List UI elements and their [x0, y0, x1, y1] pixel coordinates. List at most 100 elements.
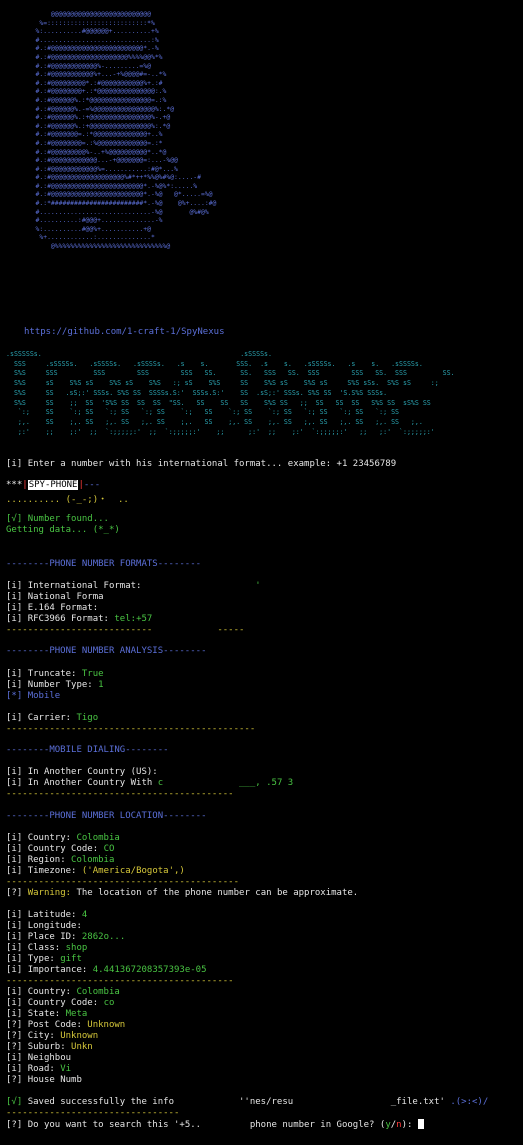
format-value: ' — [146, 581, 261, 591]
address-row: [?] House Numb — [6, 1075, 87, 1085]
address-value: Unknown — [60, 1031, 99, 1041]
geo-value: gift — [60, 954, 82, 964]
number-type-label: Number Type: — [27, 680, 93, 690]
geo-row: [i] Type: gift — [6, 954, 82, 964]
truncate-value: True — [81, 669, 104, 679]
warning-text: The location of the phone number can be … — [76, 888, 359, 898]
spy-phone-ascii-logo: .sSSSSSs. .sSSSSs. SSS .sSSSSs. .sSSSSs.… — [6, 350, 455, 436]
geo-row: [i] Class: shop — [6, 943, 87, 953]
region-label: Region: — [27, 855, 66, 865]
mobile-row: [*] Mobile — [6, 691, 60, 701]
carrier-value: Tigo — [76, 713, 99, 723]
format-row: [i] RFC3966 Format: tel:+57 — [6, 614, 152, 624]
address-row: [?] Post Code: Unknown — [6, 1020, 125, 1030]
format-label: National Forma — [27, 592, 104, 602]
timezone-value: ('America/Bogota',) — [81, 866, 185, 876]
geo-label: Longitude: — [27, 921, 82, 931]
format-tag: [i] — [6, 614, 23, 624]
address-label: Post Code: — [27, 1020, 82, 1030]
mobile-value: Mobile — [27, 691, 61, 701]
format-row: [i] E.164 Format: — [6, 603, 104, 613]
address-row: [i] Country: Colombia — [6, 987, 120, 997]
address-label: State: — [27, 1009, 61, 1019]
format-label: RFC3966 Format: — [27, 614, 109, 624]
address-tag: [i] — [6, 1053, 23, 1063]
repo-url: https://github.com/1-craft-1/SpyNexus — [24, 327, 225, 337]
format-row: [i] International Format: ' — [6, 581, 261, 591]
geo-value: shop — [65, 943, 88, 953]
address-value: Vi — [60, 1064, 72, 1074]
warning-label: Warning: — [27, 888, 72, 898]
saved-text: Saved successfully the info ''nes/resu _… — [27, 1097, 445, 1107]
address-row: [i] Road: Vi — [6, 1064, 71, 1074]
address-label: Country: — [27, 987, 72, 997]
address-tag: [?] — [6, 1042, 23, 1052]
address-tag: [i] — [6, 987, 23, 997]
geo-row: [i] Place ID: 2862o... — [6, 932, 125, 942]
geo-tag: [i] — [6, 954, 23, 964]
format-label: International Format: — [27, 581, 142, 591]
geo-tag: [i] — [6, 932, 23, 942]
input-line[interactable]: ***|SPY-PHONE|--- — [6, 480, 100, 490]
address-value: Colombia — [76, 987, 120, 997]
country-label: Country: — [27, 833, 72, 843]
saved-tag: [√] — [6, 1097, 23, 1107]
spy-phone-badge: SPY-PHONE — [27, 480, 79, 490]
address-label: Neighbou — [27, 1053, 72, 1063]
address-label: Suburb: — [27, 1042, 66, 1052]
geo-row: [i] Importance: 4.441367208357393e-05 — [6, 965, 207, 975]
format-label: E.164 Format: — [27, 603, 99, 613]
address-row: [i] State: Meta — [6, 1009, 87, 1019]
number-type-row: [i] Number Type: 1 — [6, 680, 104, 690]
address-value: Unknown — [87, 1020, 126, 1030]
region-row: [i] Region: Colombia — [6, 855, 115, 865]
address-row: [i] Country Code: co — [6, 998, 114, 1008]
terminal-cursor[interactable] — [417, 1119, 424, 1129]
country-value: Colombia — [76, 833, 120, 843]
analysis-separator: ----------------------------------------… — [6, 724, 256, 734]
geo-tag: [i] — [6, 921, 23, 931]
warning-row: [?] Warning: The location of the phone n… — [6, 888, 358, 898]
location-header: --------PHONE NUMBER LOCATION-------- — [6, 811, 207, 821]
formats-separator: --------------------------- ----- — [6, 625, 245, 635]
geo-separator: ----------------------------------------… — [6, 976, 234, 986]
prompt-text: Enter a number with his international fo… — [27, 459, 397, 469]
dial-us-row: [i] In Another Country (US): — [6, 767, 158, 777]
getting-data-line: Getting data... (*_*) — [6, 525, 120, 535]
country-code-label: Country Code: — [27, 844, 99, 854]
question-end: ): — [401, 1120, 413, 1130]
analysis-header: --------PHONE NUMBER ANALYSIS-------- — [6, 646, 207, 656]
dial-us-label: In Another Country (US): — [27, 767, 158, 777]
enter-number-prompt: [i] Enter a number with his internationa… — [6, 459, 396, 469]
dialing-separator: ----------------------------------------… — [6, 789, 234, 799]
address-tag: [i] — [6, 1064, 23, 1074]
question-tag: [?] — [6, 1120, 23, 1130]
country-code-value: CO — [103, 844, 115, 854]
geo-value: 2862o... — [81, 932, 126, 942]
geo-label: Place ID: — [27, 932, 77, 942]
address-label: City: — [27, 1031, 55, 1041]
location-separator: ----------------------------------------… — [6, 877, 239, 887]
address-tag: [?] — [6, 1020, 23, 1030]
geo-value: 4 — [81, 910, 88, 920]
google-search-question[interactable]: [?] Do you want to search this '+5.. pho… — [6, 1119, 424, 1130]
truncate-label: Truncate: — [27, 669, 77, 679]
prompt-tag: [i] — [6, 459, 23, 469]
country-code-row: [i] Country Code: CO — [6, 844, 115, 854]
dialing-header: --------MOBILE DIALING-------- — [6, 745, 169, 755]
address-tag: [i] — [6, 998, 23, 1008]
address-value: Meta — [65, 1009, 88, 1019]
question-text: Do you want to search this '+5.. phone n… — [27, 1120, 386, 1130]
number-type-value: 1 — [98, 680, 104, 690]
carrier-label: Carrier: — [27, 713, 72, 723]
format-tag: [i] — [6, 603, 23, 613]
format-row: [i] National Forma — [6, 592, 109, 602]
number-found-line: [√] Number found... — [6, 514, 109, 524]
dial-other-value: c ___, .57 3 — [157, 778, 294, 788]
timezone-label: Timezone: — [27, 866, 77, 876]
saved-row: [√] Saved successfully the info ''nes/re… — [6, 1097, 488, 1107]
address-label: Road: — [27, 1064, 55, 1074]
address-label: Country Code: — [27, 998, 99, 1008]
geo-row: [i] Longitude: — [6, 921, 87, 931]
format-tag: [i] — [6, 581, 23, 591]
